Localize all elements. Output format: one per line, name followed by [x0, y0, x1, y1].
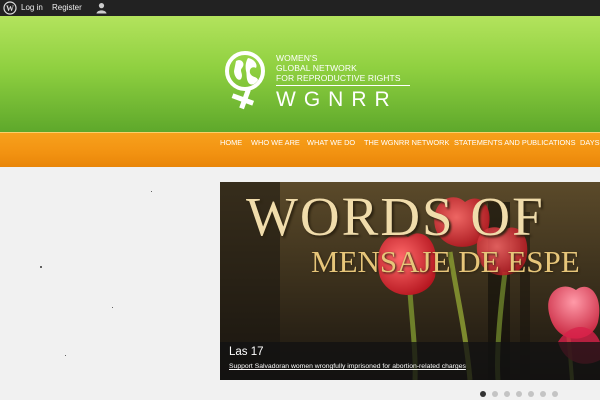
- register-link[interactable]: Register: [52, 3, 82, 12]
- slide-subheading: MENSAJE DE ESPE: [311, 244, 580, 279]
- admin-bar: W Log in Register: [0, 0, 600, 16]
- slide-heading: WORDS OF: [246, 186, 545, 247]
- slide-caption-link[interactable]: Support Salvadoran women wrongfully impr…: [229, 363, 466, 370]
- slider-dot-4[interactable]: [516, 391, 522, 397]
- paper-speck: [65, 355, 66, 356]
- user-icon[interactable]: [96, 2, 107, 14]
- paper-speck: [151, 191, 152, 192]
- featured-slider[interactable]: WORDS OF MENSAJE DE ESPE Las 17 Support …: [220, 182, 600, 380]
- logo-divider: [276, 85, 410, 86]
- slider-dot-1[interactable]: [480, 391, 486, 397]
- slide-caption: Las 17 Support Salvadoran women wrongful…: [220, 342, 600, 380]
- nav-item-what-we-do[interactable]: WHAT WE DO: [307, 138, 355, 147]
- nav-item-wgnrr-network[interactable]: THE WGNRR NETWORK: [364, 138, 449, 147]
- logo-line-2: GLOBAL NETWORK: [276, 63, 357, 73]
- site-header: WOMEN'S GLOBAL NETWORK FOR REPRODUCTIVE …: [0, 16, 600, 132]
- nav-item-days[interactable]: DAYS O: [580, 138, 600, 147]
- slide-caption-title[interactable]: Las 17: [229, 346, 264, 358]
- main-navigation: HOME WHO WE ARE WHAT WE DO THE WGNRR NET…: [0, 132, 600, 167]
- svg-text:W: W: [6, 4, 14, 13]
- logo-acronym[interactable]: WGNRR: [276, 89, 398, 111]
- slider-dot-6[interactable]: [540, 391, 546, 397]
- login-link[interactable]: Log in: [21, 3, 43, 12]
- venus-globe-logo-icon[interactable]: [219, 49, 271, 113]
- logo-line-1: WOMEN'S: [276, 53, 318, 63]
- paper-speck: [112, 307, 113, 308]
- nav-item-statements-publications[interactable]: STATEMENTS AND PUBLICATIONS: [454, 138, 576, 147]
- slider-dot-2[interactable]: [492, 391, 498, 397]
- slider-dot-5[interactable]: [528, 391, 534, 397]
- slider-dot-3[interactable]: [504, 391, 510, 397]
- nav-item-home[interactable]: HOME: [220, 138, 242, 147]
- slider-dot-7[interactable]: [552, 391, 558, 397]
- logo-line-3: FOR REPRODUCTIVE RIGHTS: [276, 73, 401, 83]
- wordpress-icon[interactable]: W: [3, 1, 17, 15]
- nav-item-who-we-are[interactable]: WHO WE ARE: [251, 138, 300, 147]
- paper-speck: [40, 266, 42, 268]
